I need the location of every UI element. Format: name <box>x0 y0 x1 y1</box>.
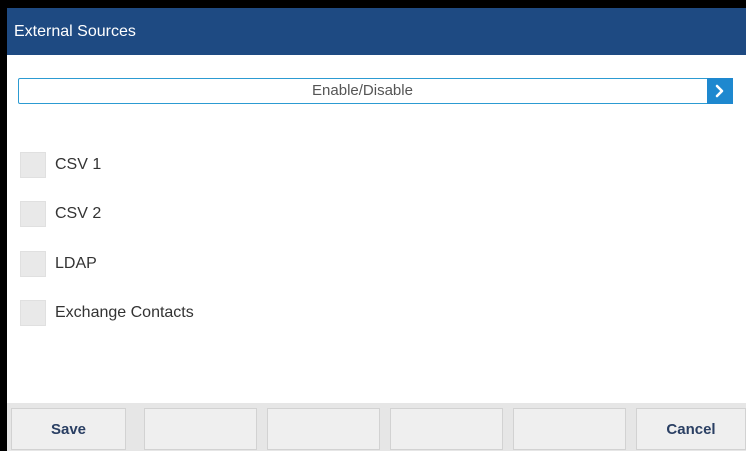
softkey-3[interactable] <box>267 408 380 450</box>
ldap-checkbox[interactable] <box>20 250 46 277</box>
chevron-right-icon[interactable] <box>707 78 733 104</box>
option-ldap[interactable]: LDAP <box>20 250 420 277</box>
csv-1-label: CSV 1 <box>55 155 102 173</box>
enable-disable-header[interactable]: Enable/Disable <box>18 78 733 104</box>
option-csv-2[interactable]: CSV 2 <box>20 200 420 227</box>
softkey-5[interactable] <box>513 408 626 450</box>
softkey-4[interactable] <box>390 408 503 450</box>
save-button[interactable]: Save <box>11 408 126 450</box>
title-bar: External Sources <box>7 8 746 55</box>
csv-2-checkbox[interactable] <box>20 200 46 227</box>
ldap-label: LDAP <box>55 254 97 272</box>
phone-screen: External Sources Enable/Disable CSV 1 CS… <box>7 8 746 451</box>
softkey-bar: Save Cancel <box>7 403 746 451</box>
cancel-button[interactable]: Cancel <box>636 408 746 450</box>
option-csv-1[interactable]: CSV 1 <box>20 151 420 178</box>
exchange-contacts-checkbox[interactable] <box>20 299 46 326</box>
softkey-2[interactable] <box>144 408 257 450</box>
exchange-contacts-label: Exchange Contacts <box>55 303 194 321</box>
csv-2-label: CSV 2 <box>55 204 102 222</box>
page-title: External Sources <box>14 23 136 40</box>
enable-disable-label: Enable/Disable <box>312 82 413 99</box>
option-exchange-contacts[interactable]: Exchange Contacts <box>20 299 420 326</box>
csv-1-checkbox[interactable] <box>20 151 46 178</box>
